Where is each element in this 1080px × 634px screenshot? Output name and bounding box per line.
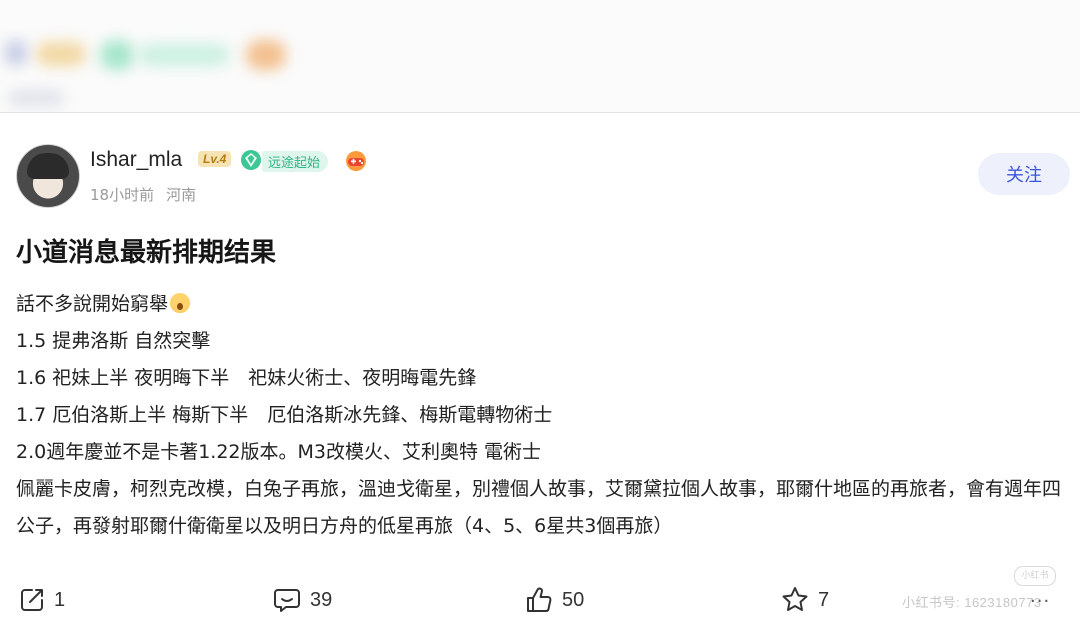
like-count: 50 — [562, 588, 585, 611]
more-icon[interactable]: ... — [1030, 586, 1050, 607]
follow-button[interactable]: 关注 — [978, 153, 1070, 195]
avatar-hair — [27, 153, 69, 179]
comment-button[interactable]: 39 — [272, 580, 332, 620]
comment-count: 39 — [310, 588, 333, 611]
gem-icon — [241, 150, 261, 170]
post-line: 1.6 祀妹上半 夜明晦下半 祀妹火術士、夜明晦電先鋒 — [16, 367, 477, 389]
share-button[interactable]: 1 — [18, 580, 65, 620]
shocked-emoji-icon — [170, 293, 191, 313]
collect-button[interactable]: 7 — [780, 580, 829, 620]
post-line: 2.0週年慶並不是卡著1.22版本。M3改模火、艾利奧特 電術士 — [16, 441, 542, 463]
post-meta: 18小时前 河南 — [90, 184, 196, 205]
blurred-icon — [100, 40, 134, 70]
title-badge: 远途起始 — [262, 151, 329, 172]
post-line: 1.5 提弗洛斯 自然突擊 — [16, 330, 211, 352]
like-button[interactable]: 50 — [524, 580, 584, 620]
post-title: 小道消息最新排期结果 — [16, 238, 277, 268]
avatar[interactable] — [16, 144, 80, 208]
thumbs-up-icon — [527, 587, 552, 612]
post-line-intro-text: 話不多說開始窮舉 — [16, 293, 169, 315]
level-badge: Lv.4 — [198, 151, 232, 167]
share-count: 1 — [54, 588, 66, 611]
blurred-emoji — [246, 40, 286, 70]
blurred-badge — [36, 42, 86, 66]
blurred-header — [0, 0, 1080, 113]
collect-count: 7 — [818, 588, 830, 611]
blurred-text — [138, 44, 230, 66]
watermark-logo: 小红书 — [1014, 566, 1056, 586]
share-icon — [21, 589, 43, 611]
post-line: 1.7 厄伯洛斯上半 梅斯下半 厄伯洛斯冰先鋒、梅斯電轉物術士 — [16, 404, 553, 426]
blurred-subtext — [8, 90, 64, 106]
post-line-long: 佩麗卡皮膚，柯烈克改模，白兔子再旅，溫迪戈衛星，別禮個人故事，艾爾黛拉個人故事，… — [16, 478, 1062, 537]
post-line-intro: 話不多說開始窮舉 — [16, 286, 1066, 323]
watermark-text: 小红书号: 1623180773 — [902, 595, 1042, 610]
comment-icon — [274, 589, 300, 612]
post-time: 18小时前 — [90, 186, 155, 204]
gamepad-icon — [346, 151, 366, 171]
post-location: 河南 — [166, 186, 197, 204]
username[interactable]: Ishar_mla — [90, 148, 182, 172]
star-icon — [782, 587, 808, 611]
blurred-avatar — [4, 40, 28, 66]
post-body: 話不多說開始窮舉 1.5 提弗洛斯 自然突擊 1.6 祀妹上半 夜明晦下半 祀妹… — [16, 286, 1066, 545]
